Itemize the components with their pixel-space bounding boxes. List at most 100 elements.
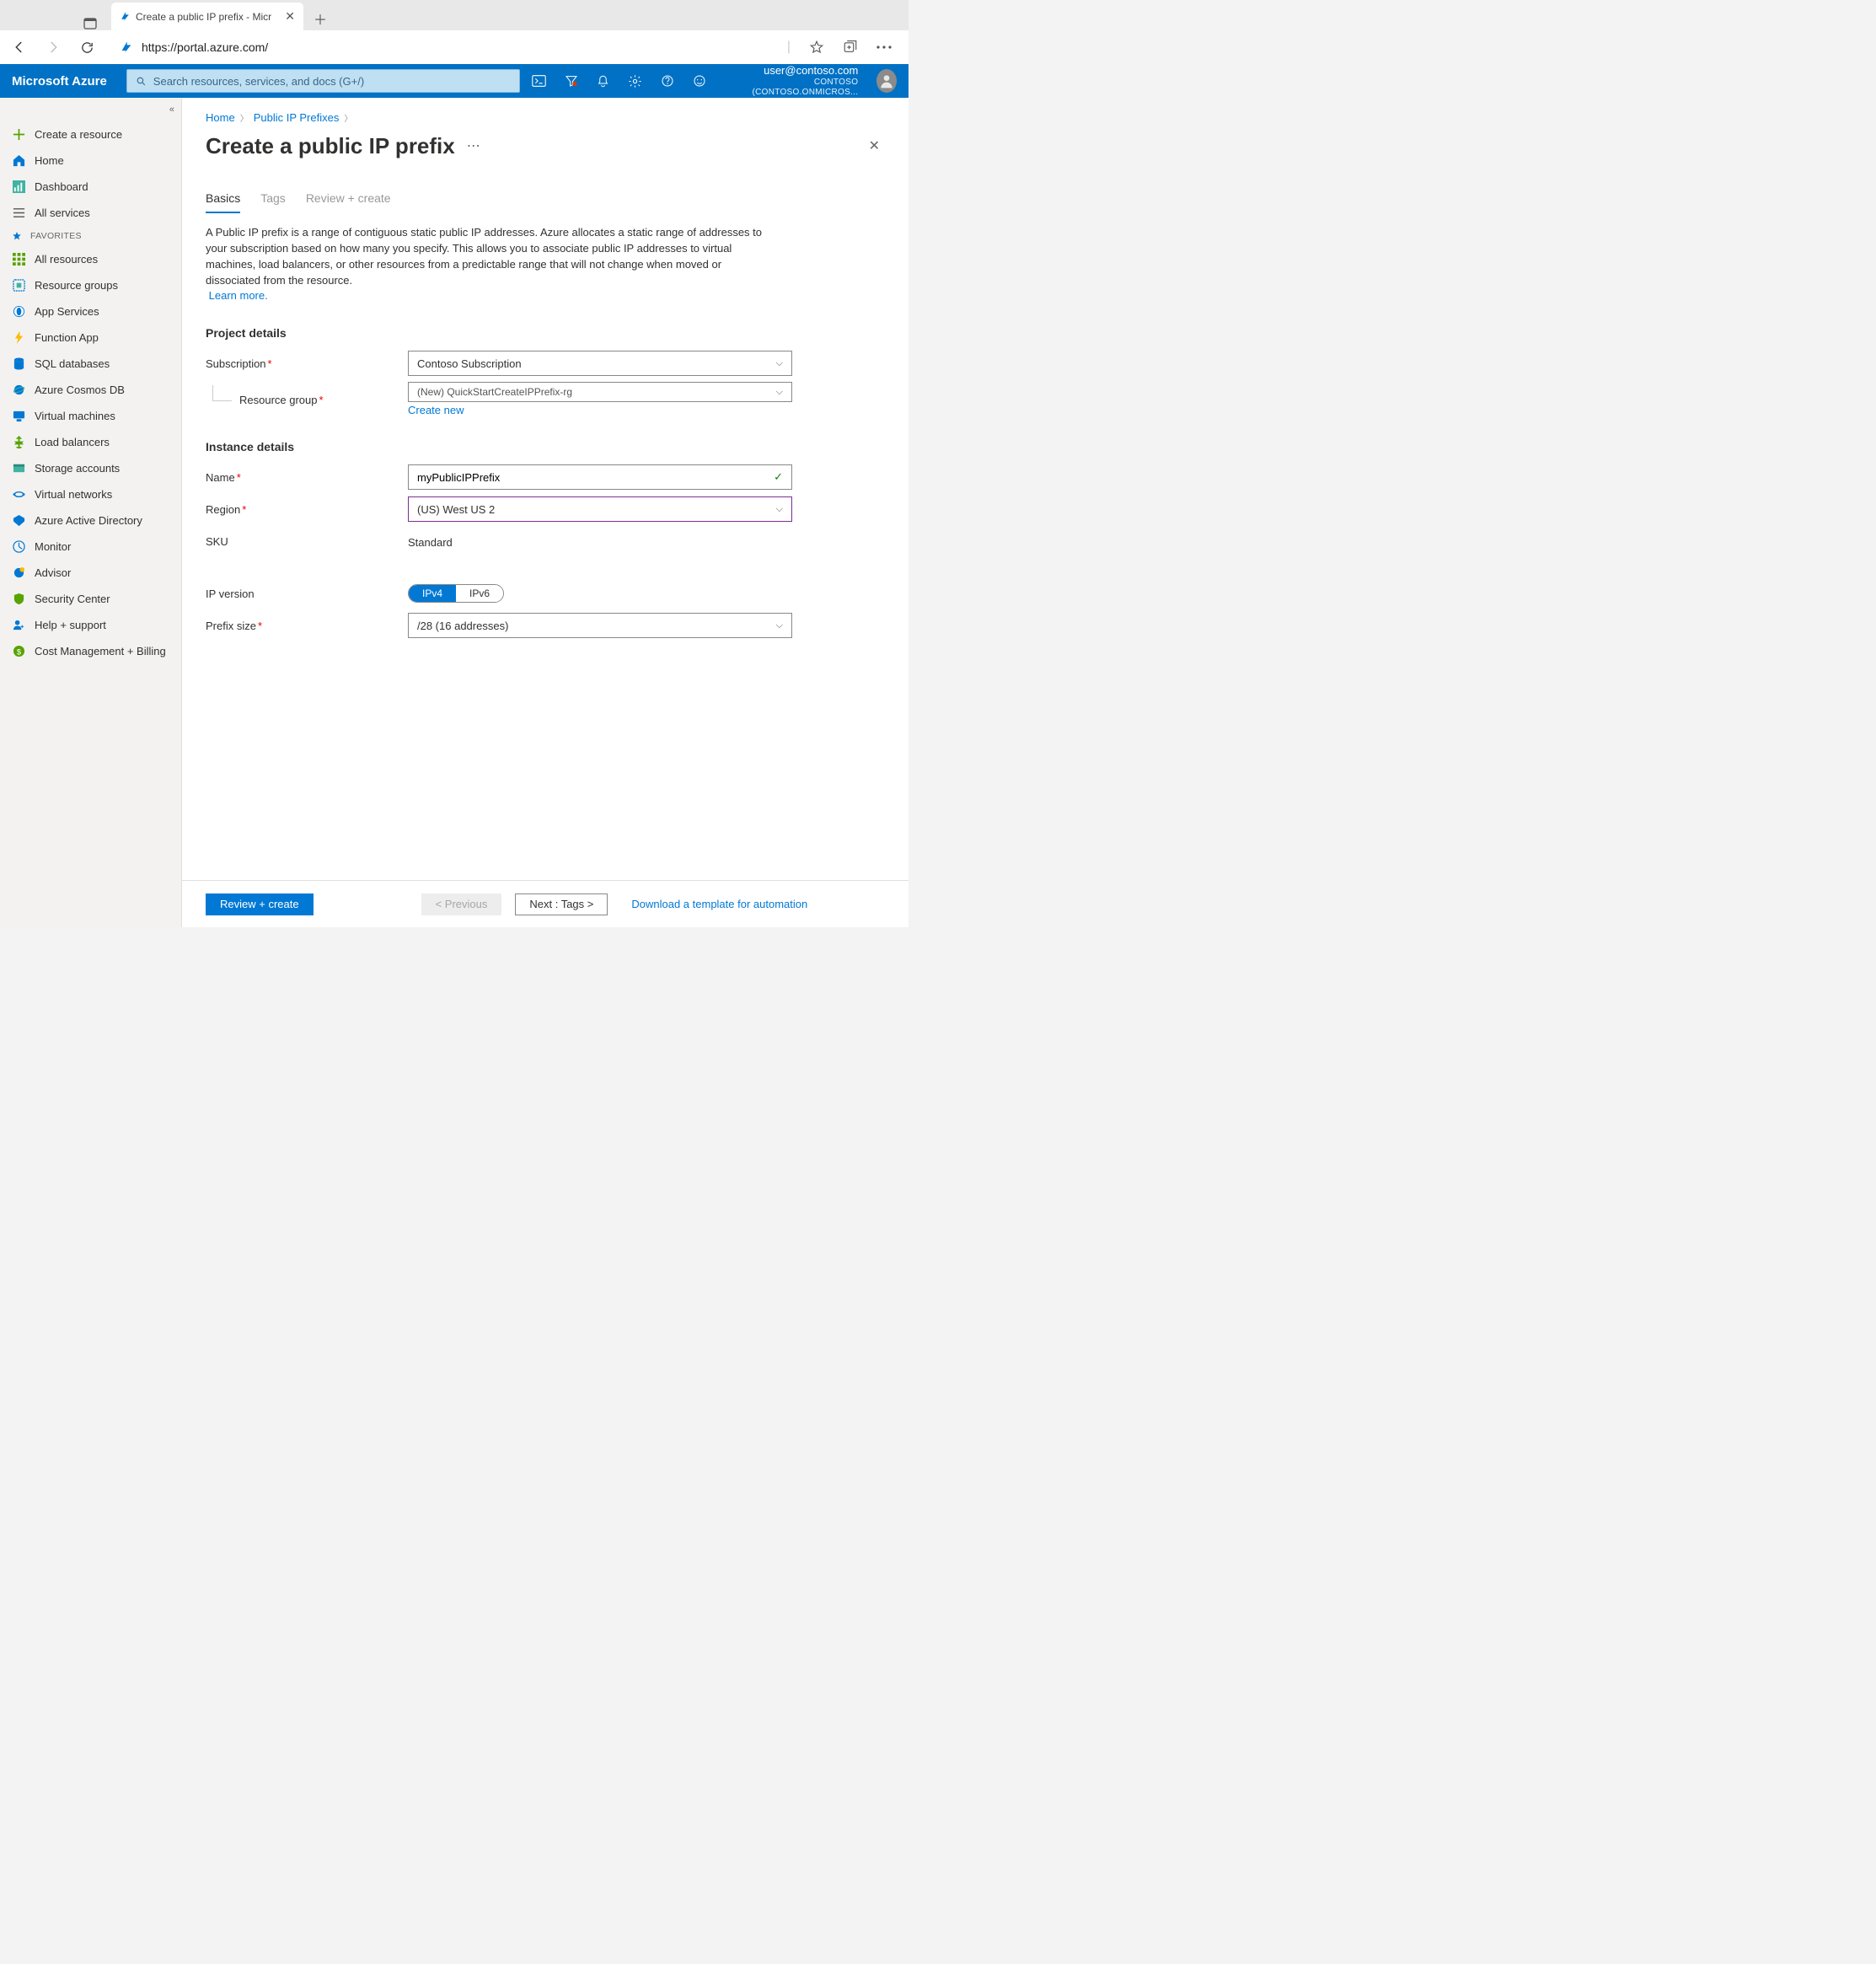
sidebar-app-services[interactable]: App Services <box>0 298 181 325</box>
sidebar-storage[interactable]: Storage accounts <box>0 455 181 481</box>
label-resource-group: Resource group <box>239 394 318 406</box>
region-select[interactable]: (US) West US 2 ⌵ <box>408 496 792 522</box>
label-name: Name <box>206 471 235 484</box>
chevron-right-icon: 〉 <box>344 111 352 124</box>
forward-button[interactable] <box>44 40 62 55</box>
review-create-button[interactable]: Review + create <box>206 893 314 915</box>
breadcrumb-home[interactable]: Home <box>206 111 235 124</box>
sidebar-function-app[interactable]: Function App <box>0 325 181 351</box>
chevron-right-icon: 〉 <box>240 111 249 124</box>
tab-description: A Public IP prefix is a range of contigu… <box>206 225 779 304</box>
sidebar-help[interactable]: Help + support <box>0 612 181 638</box>
notifications-icon[interactable] <box>596 74 611 89</box>
sidebar-sql[interactable]: SQL databases <box>0 351 181 377</box>
support-icon <box>12 619 25 632</box>
valid-check-icon: ✓ <box>774 470 783 484</box>
azure-favicon-icon <box>120 11 131 22</box>
storage-icon <box>12 462 25 475</box>
subscription-select[interactable]: Contoso Subscription ⌵ <box>408 351 792 376</box>
azure-brand[interactable]: Microsoft Azure <box>12 74 107 89</box>
sidebar-vms[interactable]: Virtual machines <box>0 403 181 429</box>
sidebar-cost[interactable]: $Cost Management + Billing <box>0 638 181 664</box>
learn-more-link[interactable]: Learn more. <box>209 288 268 304</box>
monitor-icon <box>12 540 25 554</box>
feedback-icon[interactable] <box>692 74 707 88</box>
app-services-icon <box>12 305 25 319</box>
previous-button: < Previous <box>421 893 502 915</box>
search-icon <box>136 76 147 87</box>
vnet-icon <box>12 488 25 502</box>
refresh-button[interactable] <box>78 40 96 55</box>
sidebar-security[interactable]: Security Center <box>0 586 181 612</box>
breadcrumb-parent[interactable]: Public IP Prefixes <box>254 111 340 124</box>
tab-review[interactable]: Review + create <box>306 191 391 213</box>
section-project-details: Project details <box>206 326 885 340</box>
label-subscription: Subscription <box>206 357 266 370</box>
sidebar-dashboard[interactable]: Dashboard <box>0 174 181 200</box>
favorite-icon[interactable] <box>809 40 824 55</box>
sidebar-aad[interactable]: Azure Active Directory <box>0 507 181 534</box>
label-prefix-size: Prefix size <box>206 620 256 632</box>
sidebar: « Create a resource Home Dashboard All s… <box>0 98 182 927</box>
ipv6-option[interactable]: IPv6 <box>456 585 503 602</box>
settings-icon[interactable] <box>628 74 643 89</box>
sidebar-advisor[interactable]: Advisor <box>0 560 181 586</box>
plus-icon <box>12 128 25 142</box>
list-icon <box>12 207 25 220</box>
download-template-link[interactable]: Download a template for automation <box>631 898 807 910</box>
name-input[interactable] <box>417 471 774 484</box>
label-ip-version: IP version <box>206 588 255 600</box>
create-new-rg-link[interactable]: Create new <box>408 404 464 416</box>
user-account[interactable]: user@contoso.com CONTOSO (CONTOSO.ONMICR… <box>729 64 859 98</box>
sidebar-favorites-header: FAVORITES <box>0 226 181 246</box>
global-search-input[interactable] <box>153 75 511 88</box>
ipv4-option[interactable]: IPv4 <box>409 585 456 602</box>
sidebar-create-resource[interactable]: Create a resource <box>0 121 181 148</box>
sidebar-monitor[interactable]: Monitor <box>0 534 181 560</box>
sidebar-load-balancers[interactable]: Load balancers <box>0 429 181 455</box>
cloud-shell-icon[interactable] <box>532 75 547 87</box>
prefix-size-select[interactable]: /28 (16 addresses) ⌵ <box>408 613 792 638</box>
sql-icon <box>12 357 25 371</box>
resource-group-select[interactable]: (New) QuickStartCreateIPPrefix-rg ⌵ <box>408 382 792 402</box>
browser-tab-active[interactable]: Create a public IP prefix - Micr ✕ <box>111 3 303 30</box>
tab-basics[interactable]: Basics <box>206 191 240 213</box>
resource-group-icon <box>12 279 25 292</box>
site-identity-icon[interactable] <box>120 40 133 54</box>
global-search[interactable] <box>126 69 520 93</box>
browser-menu-icon[interactable] <box>876 46 892 49</box>
sidebar-collapse-icon[interactable]: « <box>169 105 174 115</box>
wizard-footer: Review + create < Previous Next : Tags >… <box>182 880 909 927</box>
browser-tab-title: Create a public IP prefix - Micr <box>136 11 280 23</box>
dashboard-icon <box>12 180 25 194</box>
help-icon[interactable] <box>660 74 675 88</box>
collections-icon[interactable] <box>843 40 858 55</box>
more-actions-icon[interactable]: ⋯ <box>467 137 482 154</box>
user-tenant: CONTOSO (CONTOSO.ONMICROS... <box>729 78 859 98</box>
back-button[interactable] <box>10 40 29 55</box>
next-button[interactable]: Next : Tags > <box>515 893 608 915</box>
sidebar-resource-groups[interactable]: Resource groups <box>0 272 181 298</box>
advisor-icon <box>12 566 25 580</box>
sidebar-home[interactable]: Home <box>0 148 181 174</box>
sidebar-cosmos[interactable]: Azure Cosmos DB <box>0 377 181 403</box>
ip-version-toggle: IPv4 IPv6 <box>408 584 504 603</box>
directory-filter-icon[interactable] <box>564 74 579 88</box>
sidebar-all-services[interactable]: All services <box>0 200 181 226</box>
chevron-down-icon: ⌵ <box>776 387 783 398</box>
tab-strip-icon[interactable] <box>83 17 97 30</box>
new-tab-button[interactable]: ＋ <box>308 7 332 30</box>
close-blade-icon[interactable]: ✕ <box>864 132 885 159</box>
sidebar-vnets[interactable]: Virtual networks <box>0 481 181 507</box>
cost-icon: $ <box>12 645 25 658</box>
chevron-down-icon: ⌵ <box>776 504 783 515</box>
browser-chrome: Create a public IP prefix - Micr ✕ ＋ htt… <box>0 0 909 64</box>
sidebar-all-resources[interactable]: All resources <box>0 246 181 272</box>
tab-close-icon[interactable]: ✕ <box>285 9 295 24</box>
avatar[interactable] <box>876 69 897 93</box>
tab-tags[interactable]: Tags <box>260 191 286 213</box>
aad-icon <box>12 514 25 528</box>
shield-icon <box>12 593 25 606</box>
url-text[interactable]: https://portal.azure.com/ <box>142 40 268 54</box>
user-email: user@contoso.com <box>729 64 859 78</box>
